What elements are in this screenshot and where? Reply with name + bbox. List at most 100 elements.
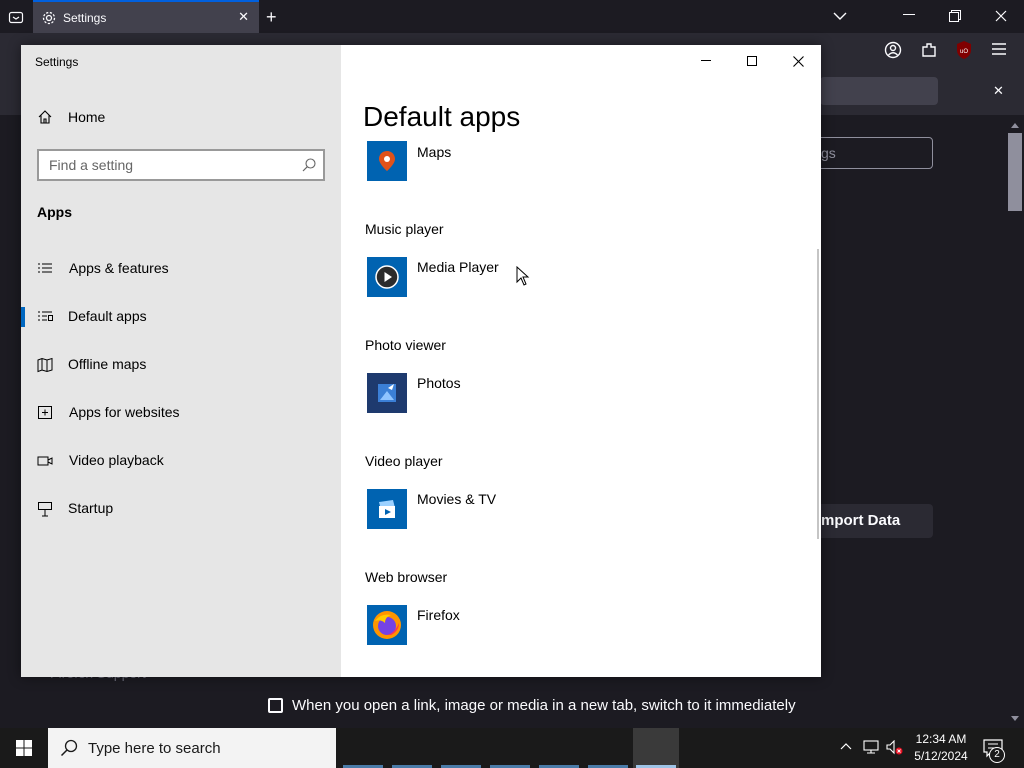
- network-icon[interactable]: [863, 740, 879, 754]
- tab-list-icon[interactable]: [8, 9, 24, 25]
- settings-window: Settings Home Find a setting Apps Apps &…: [21, 45, 821, 677]
- close-icon[interactable]: [995, 10, 1007, 22]
- page-title: Default apps: [363, 101, 521, 132]
- minimize-button[interactable]: [683, 45, 729, 77]
- clock-date[interactable]: 5/12/2024: [910, 749, 972, 763]
- app-name: Maps: [417, 144, 452, 160]
- category-photo-viewer: Photo viewer: [365, 337, 446, 353]
- close-icon: [792, 55, 804, 67]
- taskbar-app[interactable]: [389, 728, 435, 768]
- minimize-icon: [701, 60, 711, 61]
- find-setting-placeholder: Find a setting: [49, 157, 134, 173]
- scroll-thumb[interactable]: [1008, 133, 1022, 211]
- taskbar: Type here to search 12:34 AM 5/12/2024 2: [0, 728, 1024, 768]
- ublock-icon[interactable]: uO: [955, 40, 973, 60]
- photos-app-icon: [367, 373, 407, 413]
- new-tab-icon[interactable]: +: [266, 8, 277, 26]
- home-icon: [38, 110, 52, 124]
- selection-indicator: [21, 307, 25, 327]
- sidebar-item-apps-features[interactable]: Apps & features: [21, 249, 341, 289]
- default-app-movies-tv[interactable]: Movies & TV: [365, 489, 665, 533]
- taskbar-app[interactable]: [487, 728, 533, 768]
- app-name: Firefox: [417, 607, 460, 623]
- start-button[interactable]: [0, 728, 48, 768]
- category-video-player: Video player: [365, 453, 443, 469]
- taskbar-app-settings[interactable]: [633, 728, 679, 768]
- maps-app-icon: [367, 141, 407, 181]
- scroll-up-icon[interactable]: [1011, 122, 1019, 128]
- maximize-button[interactable]: [729, 45, 775, 77]
- search-icon[interactable]: [301, 157, 317, 173]
- find-setting-input[interactable]: Find a setting: [37, 149, 325, 181]
- category-web-browser: Web browser: [365, 569, 448, 585]
- extensions-icon[interactable]: [920, 41, 938, 59]
- sidebar-item-label: Default apps: [68, 308, 147, 324]
- browser-tab-settings[interactable]: Settings ✕: [33, 0, 259, 33]
- default-apps-icon: [38, 311, 53, 321]
- settings-sidebar: Settings Home Find a setting Apps Apps &…: [21, 45, 341, 677]
- category-music-player: Music player: [365, 221, 444, 237]
- taskbar-search-box[interactable]: Type here to search: [48, 728, 336, 768]
- firefox-icon: [367, 605, 407, 645]
- taskbar-app[interactable]: [438, 728, 484, 768]
- taskbar-app[interactable]: [340, 728, 386, 768]
- app-name: Movies & TV: [417, 491, 497, 507]
- video-icon: [37, 456, 53, 466]
- notification-count: 2: [994, 749, 1000, 760]
- main-scrollbar[interactable]: [817, 249, 819, 539]
- default-app-photos[interactable]: Photos: [365, 373, 665, 417]
- import-data-button[interactable]: mport Data: [815, 504, 933, 538]
- default-app-firefox[interactable]: Firefox: [365, 605, 665, 649]
- default-app-maps[interactable]: Maps: [365, 141, 665, 185]
- app-name: Media Player: [417, 259, 499, 275]
- close-tab-icon[interactable]: ✕: [238, 9, 249, 25]
- menu-icon[interactable]: [992, 43, 1006, 55]
- taskbar-app[interactable]: [585, 728, 631, 768]
- notice-close-icon[interactable]: ✕: [993, 84, 1004, 97]
- switch-tab-setting[interactable]: When you open a link, image or media in …: [268, 695, 796, 715]
- taskbar-app[interactable]: [536, 728, 582, 768]
- nav-home-label: Home: [68, 109, 106, 125]
- nav-home[interactable]: Home: [37, 107, 105, 127]
- restore-icon[interactable]: [949, 10, 961, 22]
- chevron-up-icon[interactable]: [840, 742, 852, 750]
- sidebar-item-label: Video playback: [69, 452, 164, 468]
- svg-text:uO: uO: [960, 49, 968, 55]
- minimize-icon[interactable]: [903, 14, 915, 16]
- switch-tab-checkbox[interactable]: [268, 697, 283, 713]
- chevron-down-icon[interactable]: [833, 10, 847, 22]
- settings-search-field[interactable]: gs: [815, 137, 933, 169]
- scroll-down-icon[interactable]: [1011, 716, 1019, 722]
- window-title: Settings: [35, 55, 79, 69]
- sidebar-item-label: Apps for websites: [69, 404, 180, 420]
- movies-tv-icon: [367, 489, 407, 529]
- map-icon: [37, 357, 53, 373]
- sidebar-item-startup[interactable]: Startup: [21, 489, 341, 529]
- volume-muted-icon[interactable]: [886, 740, 904, 756]
- windows-logo-icon: [16, 740, 32, 756]
- tab-title: Settings: [63, 11, 107, 25]
- account-icon[interactable]: [884, 41, 902, 59]
- sidebar-item-label: Offline maps: [68, 356, 147, 372]
- switch-tab-label: When you open a link, image or media in …: [292, 696, 796, 714]
- window-controls: [683, 45, 821, 77]
- app-name: Photos: [417, 375, 461, 391]
- startup-icon: [38, 502, 52, 517]
- sidebar-item-default-apps[interactable]: Default apps: [21, 297, 341, 337]
- page-scrollbar[interactable]: [1006, 120, 1024, 723]
- notification-badge: 2: [989, 747, 1005, 763]
- sidebar-item-video-playback[interactable]: Video playback: [21, 441, 341, 481]
- sidebar-item-label: Apps & features: [69, 260, 169, 276]
- nav-section-title: Apps: [37, 204, 72, 220]
- notice-field: [820, 77, 938, 105]
- taskbar-search-placeholder: Type here to search: [88, 739, 221, 757]
- browser-tab-bar: Settings ✕ +: [0, 0, 1024, 33]
- clock-time[interactable]: 12:34 AM: [914, 732, 968, 746]
- app-website-icon: [38, 406, 52, 419]
- sidebar-item-offline-maps[interactable]: Offline maps: [21, 345, 341, 385]
- close-button[interactable]: [775, 45, 821, 77]
- search-icon: [60, 739, 78, 757]
- default-app-media-player[interactable]: Media Player: [365, 257, 665, 301]
- maximize-icon: [747, 56, 757, 66]
- sidebar-item-apps-websites[interactable]: Apps for websites: [21, 393, 341, 433]
